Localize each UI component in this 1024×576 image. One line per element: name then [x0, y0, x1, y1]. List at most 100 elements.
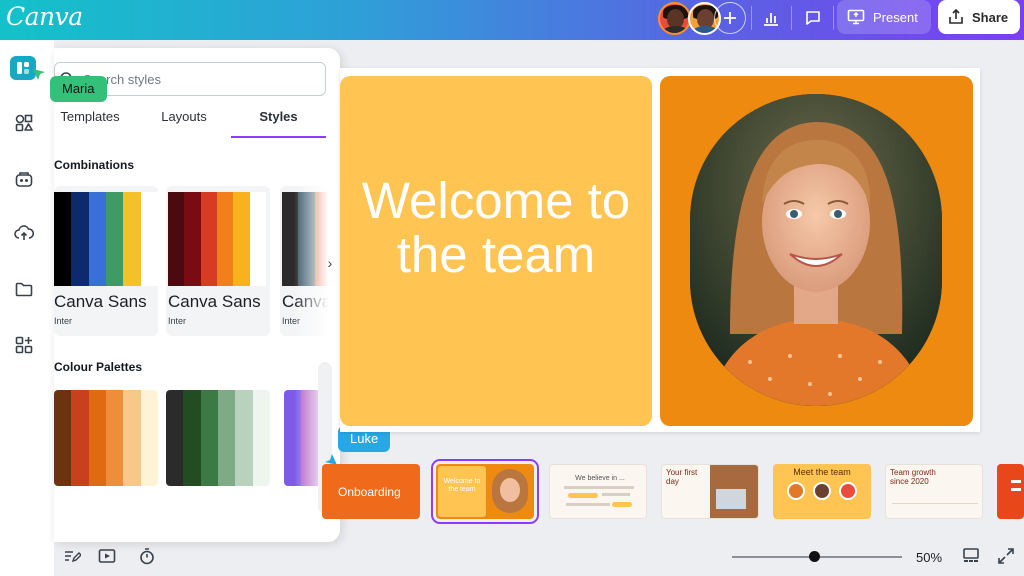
- panel-tabs: Templates Layouts Styles: [54, 106, 326, 138]
- projects-rail-button[interactable]: [13, 278, 35, 300]
- colour-swatch: [123, 390, 141, 486]
- colour-swatch: [71, 390, 89, 486]
- slide-canvas[interactable]: Welcome to the team: [340, 68, 980, 432]
- combination-card[interactable]: Canva Sans Inter: [54, 186, 158, 336]
- canva-logo[interactable]: Canva: [6, 2, 83, 31]
- combinations-heading: Combinations: [54, 158, 134, 172]
- top-bar: Canva Present Share: [0, 0, 1024, 40]
- comments-button[interactable]: [796, 2, 830, 34]
- combination-swatches: [168, 192, 266, 286]
- combination-font-name: Canva Sans: [168, 292, 261, 311]
- colour-swatch: [184, 192, 201, 286]
- collaborator-avatar[interactable]: [658, 2, 691, 35]
- fullscreen-button[interactable]: [996, 546, 1016, 566]
- chevron-right-icon[interactable]: ›: [322, 254, 338, 272]
- slide-thumbnail-2[interactable]: Welcome to the team: [431, 459, 539, 524]
- colour-swatch: [216, 192, 234, 286]
- thumbnail-title: Meet the team: [793, 467, 851, 477]
- comment-icon: [806, 11, 820, 25]
- thumbnail-title: Welcome to the team: [443, 478, 481, 493]
- colour-swatch: [88, 390, 106, 486]
- notes-icon: [65, 551, 81, 563]
- zoom-level[interactable]: 50%: [916, 550, 942, 565]
- present-label: Present: [873, 9, 918, 25]
- slide-thumbnail-1[interactable]: Onboarding: [322, 464, 420, 519]
- collaborator-cursor-maria: Maria: [50, 76, 107, 102]
- brand-icon: [15, 172, 33, 187]
- cursor-icon: [33, 69, 45, 80]
- slide-thumbnail-7[interactable]: [997, 464, 1024, 519]
- tab-styles[interactable]: Styles: [231, 106, 326, 138]
- colour-swatch: [123, 192, 141, 286]
- portrait-image: [690, 94, 942, 406]
- plus-icon: [724, 12, 736, 24]
- timer-button[interactable]: [137, 546, 157, 566]
- combination-font-sub: Inter: [168, 316, 187, 326]
- thumbnail-title: We believe in ...: [575, 475, 625, 482]
- colour-swatch: [252, 390, 270, 486]
- add-collaborator-button[interactable]: [714, 2, 746, 34]
- apps-rail-button[interactable]: [13, 334, 35, 356]
- combination-card[interactable]: Canva Sans Inter: [166, 186, 270, 336]
- colour-swatch: [183, 390, 201, 486]
- portrait-photo[interactable]: [690, 94, 942, 406]
- elements-rail-button[interactable]: [13, 112, 35, 134]
- colour-swatch: [105, 390, 124, 486]
- slide-thumbnail-3[interactable]: We believe in ...: [549, 464, 647, 519]
- combination-swatches: [54, 192, 158, 286]
- apps-icon: [15, 336, 33, 354]
- chart-icon: [764, 13, 778, 26]
- duration-button[interactable]: [97, 546, 117, 566]
- present-icon: [847, 9, 865, 25]
- colour-swatch: [200, 192, 217, 286]
- colour-swatch: [168, 192, 185, 286]
- colour-swatch: [54, 390, 72, 486]
- fullscreen-icon: [998, 548, 1014, 564]
- palette-card[interactable]: [54, 390, 158, 486]
- palette-card[interactable]: [166, 390, 270, 486]
- thumbnail-title: Team growth since 2020: [890, 468, 936, 486]
- cloud-upload-icon: [14, 225, 34, 240]
- slide-thumbnail-4[interactable]: Your first day: [661, 464, 759, 519]
- zoom-slider-handle[interactable]: [809, 551, 820, 562]
- share-button[interactable]: Share: [938, 0, 1020, 34]
- slide-title[interactable]: Welcome to the team: [360, 174, 632, 282]
- brand-rail-button[interactable]: [13, 168, 35, 190]
- elements-icon: [15, 114, 33, 132]
- timer-icon: [140, 548, 154, 565]
- slide-photo-panel[interactable]: [660, 76, 973, 426]
- colour-swatch: [88, 192, 106, 286]
- slide-thumbnail-6[interactable]: Team growth since 2020: [885, 464, 983, 519]
- colour-swatch: [140, 192, 158, 286]
- grid-view-icon: [963, 548, 979, 562]
- folder-icon: [15, 282, 33, 297]
- colour-swatch: [235, 390, 253, 486]
- colour-swatch: [140, 390, 158, 486]
- slide-thumbnail-5[interactable]: Meet the team: [773, 464, 871, 519]
- notes-button[interactable]: [62, 546, 82, 566]
- colour-palettes-heading: Colour Palettes: [54, 360, 143, 374]
- colour-swatch: [71, 192, 89, 286]
- tab-templates[interactable]: Templates: [54, 106, 126, 138]
- colour-swatch: [249, 192, 266, 286]
- combination-font-name: Canva Sans: [54, 292, 147, 311]
- styles-panel: Search styles Templates Layouts Styles C…: [54, 48, 340, 542]
- styles-icon: [17, 62, 29, 74]
- tab-layouts[interactable]: Layouts: [144, 106, 224, 138]
- uploads-rail-button[interactable]: [13, 222, 35, 244]
- colour-swatch: [105, 192, 124, 286]
- grid-view-button[interactable]: [961, 546, 981, 566]
- share-label: Share: [972, 9, 1009, 25]
- present-button[interactable]: Present: [837, 0, 931, 34]
- colour-swatch: [166, 390, 184, 486]
- combination-font-sub: Inter: [54, 316, 73, 326]
- slide-text-panel[interactable]: Welcome to the team: [340, 76, 652, 426]
- left-rail: [0, 40, 54, 576]
- insights-button[interactable]: [754, 2, 788, 34]
- thumbnail-title: Your first day: [666, 468, 698, 486]
- colour-swatch: [217, 390, 236, 486]
- thumbnail-title: Onboarding: [338, 485, 401, 499]
- share-icon: [949, 9, 963, 24]
- colour-swatch: [233, 192, 250, 286]
- colour-swatch: [54, 192, 72, 286]
